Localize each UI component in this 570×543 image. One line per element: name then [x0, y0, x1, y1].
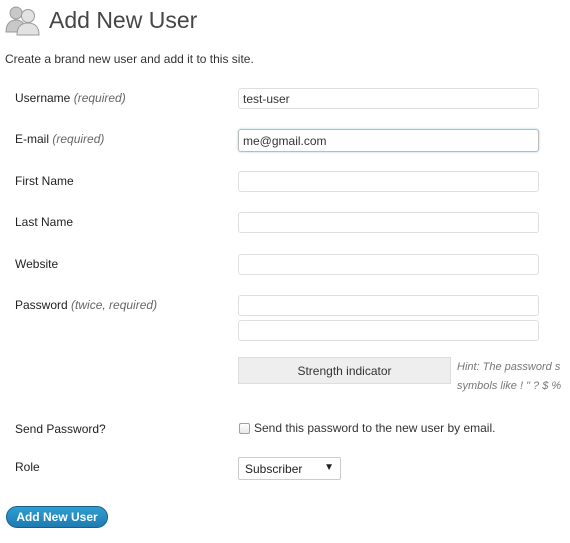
password-confirm-input[interactable] [238, 320, 539, 341]
last-name-label: Last Name [15, 215, 74, 229]
page-description: Create a brand new user and add it to th… [5, 52, 254, 66]
password-hint-line-2: symbols like ! " ? $ % [457, 380, 562, 392]
users-icon [5, 6, 40, 36]
last-name-input[interactable] [238, 212, 539, 233]
website-input[interactable] [238, 254, 539, 275]
username-label: Username (required) [15, 91, 126, 105]
send-password-label: Send Password? [15, 422, 106, 436]
page-header: Add New User [5, 2, 197, 38]
password-hint-line-1: Hint: The password s [457, 361, 561, 373]
send-password-checkbox[interactable] [239, 423, 250, 434]
password-label: Password (twice, required) [15, 298, 157, 312]
dropdown-arrow-icon: ▼ [324, 462, 334, 473]
password-label-text: Password [15, 298, 68, 312]
page-title: Add New User [49, 6, 198, 33]
email-label-text: E-mail [15, 132, 50, 146]
first-name-input[interactable] [238, 171, 539, 192]
username-label-text: Username [15, 91, 71, 105]
role-select-value: Subscriber [245, 461, 303, 476]
password-strength-indicator: Strength indicator [238, 357, 451, 384]
username-input[interactable] [238, 88, 539, 109]
password-hint: Hint: The password s symbols like ! " ? … [457, 358, 570, 396]
add-new-user-button[interactable]: Add New User [6, 506, 108, 528]
role-select[interactable]: Subscriber ▼ [238, 457, 341, 480]
send-password-checkbox-label[interactable]: Send this password to the new user by em… [254, 421, 495, 435]
username-required-note: (required) [73, 91, 126, 105]
first-name-label: First Name [15, 174, 74, 188]
email-input[interactable] [238, 129, 539, 152]
email-required-note: (required) [52, 132, 105, 146]
password-input[interactable] [238, 295, 539, 316]
website-label: Website [15, 257, 59, 271]
email-label: E-mail (required) [15, 132, 104, 146]
role-label: Role [15, 460, 40, 474]
password-required-note: (twice, required) [71, 298, 158, 312]
add-new-user-page: Add New User Create a brand new user and… [0, 0, 570, 543]
